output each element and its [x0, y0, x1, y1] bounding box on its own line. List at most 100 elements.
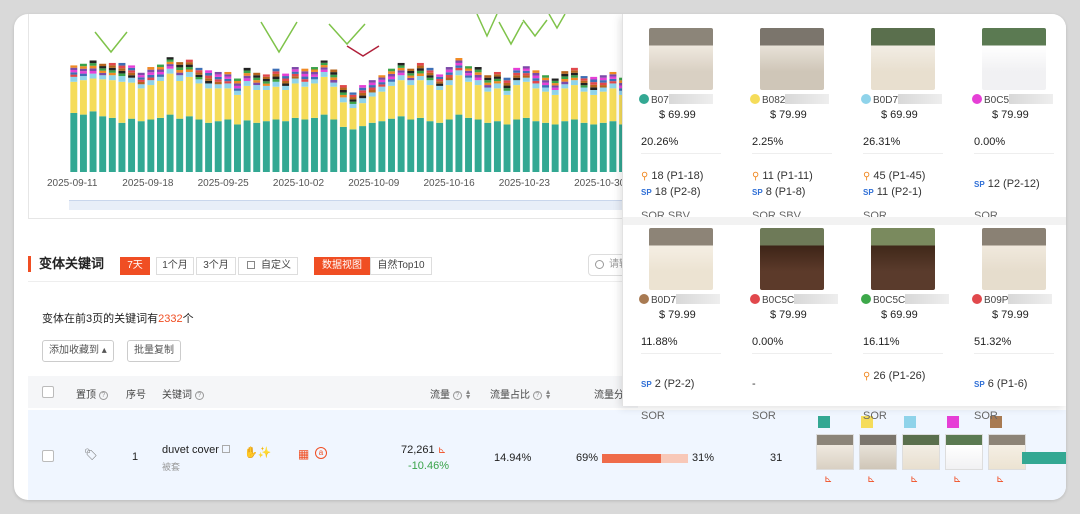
bar-segment[interactable] [436, 81, 444, 84]
bar-segment[interactable] [137, 75, 145, 78]
bar-segment[interactable] [339, 126, 347, 172]
bar-segment[interactable] [436, 122, 444, 172]
bar-segment[interactable] [368, 85, 376, 88]
bar-segment[interactable] [474, 74, 482, 78]
bar-segment[interactable] [108, 62, 116, 66]
bar-segment[interactable] [214, 84, 222, 89]
bar-segment[interactable] [426, 70, 434, 73]
bar-segment[interactable] [542, 77, 550, 81]
bar-segment[interactable] [484, 75, 492, 78]
variant-thumbnail[interactable] [902, 434, 940, 470]
bar-segment[interactable] [156, 64, 164, 68]
bar-segment[interactable] [79, 76, 87, 81]
bar-segment[interactable] [580, 87, 588, 92]
bar-segment[interactable] [137, 84, 145, 89]
bar-segment[interactable] [368, 82, 376, 86]
bar-segment[interactable] [99, 72, 107, 76]
bar-segment[interactable] [580, 76, 588, 79]
bar-segment[interactable] [234, 94, 241, 125]
bar-segment[interactable] [301, 86, 309, 120]
product-image[interactable] [760, 28, 824, 90]
bar-segment[interactable] [388, 73, 395, 77]
bar-segment[interactable] [465, 70, 472, 74]
bar-segment[interactable] [580, 91, 588, 123]
bar-segment[interactable] [359, 87, 367, 91]
bar-segment[interactable] [590, 94, 598, 125]
bar-segment[interactable] [166, 114, 174, 172]
bar-segment[interactable] [532, 78, 540, 81]
bar-segment[interactable] [590, 76, 598, 80]
bar-segment[interactable] [474, 80, 482, 86]
bar-segment[interactable] [108, 65, 116, 68]
add-favorite-button[interactable]: 添加收藏到 ▴ [42, 340, 114, 362]
bar-segment[interactable] [137, 79, 145, 82]
variant-asin[interactable]: B09P [972, 294, 1053, 306]
bar-segment[interactable] [79, 80, 87, 115]
bar-segment[interactable] [205, 78, 213, 81]
bar-segment[interactable] [580, 82, 588, 86]
bar-segment[interactable] [128, 75, 136, 78]
bar-segment[interactable] [311, 67, 318, 70]
bar-segment[interactable] [118, 62, 126, 66]
event-marker[interactable] [498, 21, 524, 46]
bar-segment[interactable] [522, 73, 530, 76]
bar-segment[interactable] [272, 86, 280, 120]
bar-segment[interactable] [253, 72, 261, 76]
bar-segment[interactable] [176, 67, 184, 70]
bar-segment[interactable] [542, 122, 550, 172]
bar-segment[interactable] [465, 68, 472, 71]
bar-segment[interactable] [580, 85, 588, 88]
bar-segment[interactable] [368, 96, 376, 123]
bar-segment[interactable] [416, 73, 424, 77]
bar-segment[interactable] [262, 81, 270, 84]
bar-segment[interactable] [416, 68, 424, 71]
bar-segment[interactable] [70, 69, 78, 73]
bar-segment[interactable] [493, 78, 501, 82]
bar-segment[interactable] [359, 95, 367, 99]
bar-segment[interactable] [99, 116, 107, 172]
bar-segment[interactable] [339, 87, 347, 90]
bar-segment[interactable] [416, 70, 424, 74]
bar-segment[interactable] [118, 81, 126, 123]
bar-segment[interactable] [70, 112, 78, 172]
bar-segment[interactable] [253, 82, 261, 86]
bar-segment[interactable] [214, 74, 222, 77]
bar-segment[interactable] [195, 70, 203, 73]
bar-segment[interactable] [551, 78, 559, 81]
bar-segment[interactable] [253, 77, 261, 81]
bar-segment[interactable] [79, 66, 87, 69]
bar-segment[interactable] [561, 84, 569, 89]
bar-segment[interactable] [185, 67, 193, 70]
bar-segment[interactable] [70, 65, 78, 68]
bar-segment[interactable] [503, 88, 511, 91]
range-1m-button[interactable]: 1个月 [156, 257, 194, 275]
trend-icon[interactable]: ⊾ [438, 445, 446, 456]
bar-segment[interactable] [320, 71, 328, 77]
bar-segment[interactable] [388, 85, 395, 119]
bar-segment[interactable] [551, 87, 559, 90]
bar-segment[interactable] [436, 90, 444, 123]
bar-segment[interactable] [330, 72, 338, 75]
bar-segment[interactable] [378, 75, 386, 78]
bar-segment[interactable] [561, 79, 569, 82]
bar-segment[interactable] [311, 117, 318, 172]
bar-segment[interactable] [205, 72, 213, 76]
badge-icons[interactable]: ✋✨ [244, 446, 271, 459]
bar-segment[interactable] [474, 67, 482, 70]
bar-segment[interactable] [70, 74, 78, 77]
bar-segment[interactable] [503, 124, 511, 172]
bar-segment[interactable] [532, 80, 540, 84]
bar-segment[interactable] [137, 88, 145, 122]
bar-segment[interactable] [599, 122, 607, 172]
bar-segment[interactable] [118, 65, 126, 69]
bar-segment[interactable] [234, 85, 241, 89]
bar-segment[interactable] [205, 88, 213, 123]
bar-segment[interactable] [234, 124, 241, 172]
bar-segment[interactable] [445, 119, 453, 172]
bar-segment[interactable] [590, 84, 598, 88]
bar-segment[interactable] [599, 77, 607, 81]
bar-segment[interactable] [522, 66, 530, 69]
product-image[interactable] [982, 228, 1046, 290]
bar-segment[interactable] [128, 72, 136, 76]
bar-segment[interactable] [561, 121, 569, 172]
